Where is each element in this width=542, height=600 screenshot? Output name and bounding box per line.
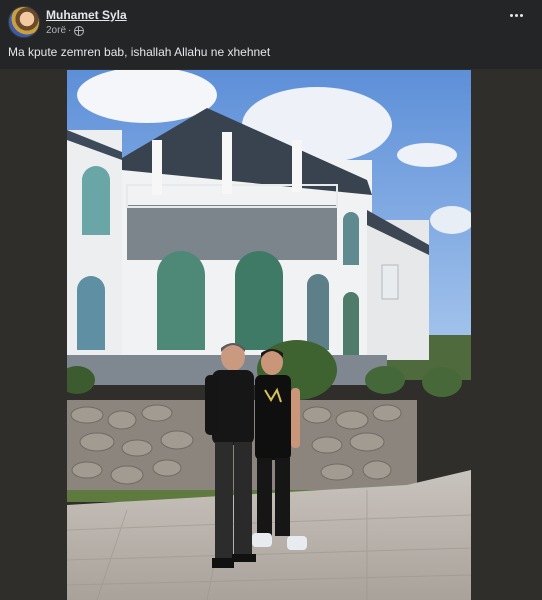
- meta-separator: ·: [68, 25, 72, 36]
- post-caption: Ma kpute zemren bab, ishallah Allahu ne …: [8, 45, 271, 59]
- author-avatar[interactable]: [8, 6, 40, 38]
- author-name[interactable]: Muhamet Syla: [46, 8, 127, 22]
- post-meta: 2orë ·: [46, 25, 85, 36]
- post-time[interactable]: 2orë: [46, 25, 66, 36]
- globe-icon: [74, 25, 85, 36]
- more-options-icon[interactable]: [506, 8, 526, 22]
- post-header: Muhamet Syla 2orë ·: [0, 0, 542, 40]
- post-photo[interactable]: [67, 70, 471, 600]
